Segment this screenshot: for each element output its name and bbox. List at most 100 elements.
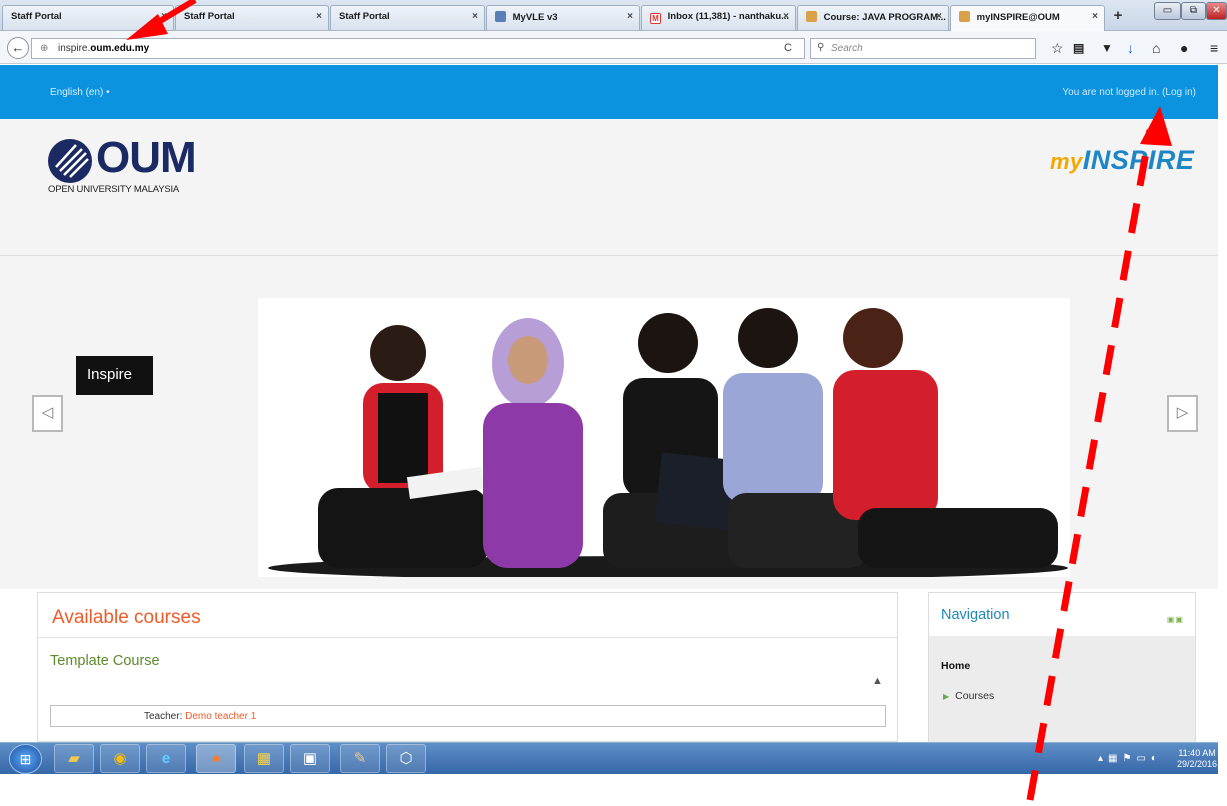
browser-navigation-bar: ← ⊕ inspire.oum.edu.my C ⚲ Search ☆ ▤ ▼ …: [0, 31, 1227, 64]
nav-item-home[interactable]: Home: [941, 660, 970, 672]
browser-search-input[interactable]: ⚲ Search: [810, 38, 1036, 59]
tab-staff-portal-2[interactable]: Staff Portal ×: [175, 5, 329, 30]
login-link[interactable]: You are not logged in. (Log in): [1062, 87, 1196, 98]
tab-close-icon[interactable]: ×: [316, 11, 322, 22]
language-selector[interactable]: English (en) •: [50, 87, 110, 98]
moodle-favicon-icon: [959, 11, 970, 22]
tab-close-icon[interactable]: ×: [783, 11, 789, 22]
system-tray[interactable]: ▴▦⚑▭◐: [1098, 753, 1162, 764]
site-identity-icon[interactable]: ⊕: [40, 43, 48, 54]
virtualbox-icon: ⬡: [399, 750, 413, 767]
moodle-favicon-icon: [806, 11, 817, 22]
app-grid-icon: ▦: [256, 750, 272, 767]
image-slider: Inspire ◁ ▷: [0, 256, 1218, 589]
navigation-heading: Navigation: [941, 607, 1010, 623]
teacher-link[interactable]: Demo teacher 1: [185, 711, 256, 722]
search-icon: ⚲: [817, 42, 825, 53]
nav-item-courses-label: Courses: [955, 690, 995, 702]
available-courses-heading: Available courses: [52, 607, 201, 628]
url-bar[interactable]: ⊕ inspire.oum.edu.my C: [31, 38, 805, 59]
taskbar-virtualbox-button[interactable]: ⬡: [386, 744, 426, 773]
navigation-block: Navigation ▣▣ Home ▶ Courses: [928, 592, 1196, 742]
taskbar-firefox-button[interactable]: ●: [196, 744, 236, 773]
ie-icon: e: [161, 750, 171, 767]
download-icon[interactable]: ↓: [1127, 40, 1134, 56]
students-banner-image: [258, 298, 1070, 577]
url-domain: oum.edu.my: [90, 43, 150, 54]
home-icon[interactable]: ⌂: [1152, 40, 1160, 56]
tab-title: Course: JAVA PROGRAM...: [823, 12, 946, 23]
teacher-label: Teacher:: [144, 711, 186, 722]
divider: [38, 637, 897, 638]
close-window-button[interactable]: ✕: [1206, 2, 1227, 20]
taskbar-app-grid-button[interactable]: ▦: [244, 744, 284, 773]
slider-next-button[interactable]: ▷: [1167, 395, 1198, 432]
new-tab-button[interactable]: +: [1107, 6, 1129, 28]
navigation-tree: Home ▶ Courses: [929, 636, 1195, 742]
taskbar-chrome-button[interactable]: ◉: [100, 744, 140, 773]
paint-icon: ✎: [353, 750, 367, 767]
window-icon: ▣: [302, 750, 318, 767]
course-link-template[interactable]: Template Course: [50, 653, 160, 669]
taskbar-explorer-button[interactable]: ▰: [54, 744, 94, 773]
chat-icon[interactable]: ●: [1180, 40, 1188, 56]
myvle-favicon-icon: [495, 11, 506, 22]
tab-close-icon[interactable]: ×: [936, 11, 942, 22]
oum-logo-subtitle: OPEN UNIVERSITY MALAYSIA: [48, 184, 180, 195]
tab-close-icon[interactable]: ×: [161, 11, 167, 22]
start-button[interactable]: ⊞: [9, 744, 42, 774]
block-dock-icon[interactable]: ▣▣: [1167, 615, 1184, 624]
site-header: OUM OPEN UNIVERSITY MALAYSIA myINSPIRE: [0, 119, 1218, 256]
windows-taskbar: ⊞ ▰ ◉ e ● ▦ ▣ ✎ ⬡ ▴▦⚑▭◐ 11:40 AM 29/2/20…: [0, 742, 1218, 774]
tab-staff-portal-1[interactable]: Staff Portal ×: [2, 5, 174, 30]
tab-myinspire-active[interactable]: myINSPIRE@OUM ×: [950, 5, 1105, 32]
oum-logo-emblem-icon: [48, 139, 92, 183]
brand-my: my: [1050, 149, 1083, 174]
folder-icon: ▰: [68, 750, 80, 767]
back-arrow-icon[interactable]: ←: [7, 37, 29, 59]
taskbar-ie-button[interactable]: e: [146, 744, 186, 773]
slide-caption: Inspire: [76, 356, 153, 395]
taskbar-paint-button[interactable]: ✎: [340, 744, 380, 773]
tab-gmail-inbox[interactable]: M Inbox (11,381) - nanthaku... ×: [641, 5, 796, 30]
chrome-icon: ◉: [113, 750, 127, 767]
expand-arrow-icon[interactable]: ▶: [943, 692, 949, 701]
taskbar-window-button[interactable]: ▣: [290, 744, 330, 773]
tab-title: myINSPIRE@OUM: [976, 12, 1060, 23]
person-icon: ▲: [872, 675, 883, 687]
myinspire-logo[interactable]: myINSPIRE: [1050, 145, 1194, 176]
search-placeholder: Search: [831, 43, 863, 54]
brand-inspire: INSPIRE: [1082, 145, 1195, 175]
clock-time: 11:40 AM: [1178, 748, 1216, 758]
firefox-icon: ●: [211, 750, 221, 767]
nav-item-courses[interactable]: ▶ Courses: [943, 690, 994, 702]
taskbar-clock[interactable]: 11:40 AM 29/2/2016: [1177, 748, 1217, 770]
tab-title: Inbox (11,381) - nanthaku...: [667, 11, 790, 22]
slider-prev-button[interactable]: ◁: [32, 395, 63, 432]
oum-logo-text[interactable]: OUM: [96, 133, 197, 183]
minimize-button[interactable]: ▭: [1154, 2, 1181, 20]
menu-icon[interactable]: ≡: [1210, 40, 1218, 56]
tab-course-java[interactable]: Course: JAVA PROGRAM... ×: [797, 5, 949, 30]
reading-list-icon[interactable]: ▤: [1073, 40, 1084, 56]
url-prefix: inspire.: [58, 43, 91, 54]
tab-title: Staff Portal: [11, 11, 62, 22]
tab-title: Staff Portal: [184, 11, 235, 22]
tab-title: Staff Portal: [339, 11, 390, 22]
site-top-bar: English (en) • You are not logged in. (L…: [0, 65, 1218, 119]
pocket-icon[interactable]: ▼: [1101, 40, 1113, 56]
available-courses-block: Available courses Template Course ▲ Teac…: [37, 592, 898, 742]
browser-tab-strip: Staff Portal × Staff Portal × Staff Port…: [0, 0, 1227, 32]
tab-close-icon[interactable]: ×: [627, 11, 633, 22]
bookmark-star-icon[interactable]: ☆: [1051, 40, 1064, 56]
tab-close-icon[interactable]: ×: [472, 11, 478, 22]
maximize-button[interactable]: ⧉: [1181, 2, 1206, 20]
clock-date: 29/2/2016: [1177, 759, 1218, 769]
screenshot: Staff Portal × Staff Portal × Staff Port…: [0, 0, 1227, 806]
tab-title: MyVLE v3: [512, 12, 558, 23]
tab-close-icon[interactable]: ×: [1092, 11, 1098, 22]
reload-icon[interactable]: C: [784, 42, 792, 54]
tab-myvle[interactable]: MyVLE v3 ×: [486, 5, 640, 30]
tab-staff-portal-3[interactable]: Staff Portal ×: [330, 5, 485, 30]
course-teacher-box: Teacher: Demo teacher 1: [50, 705, 886, 727]
